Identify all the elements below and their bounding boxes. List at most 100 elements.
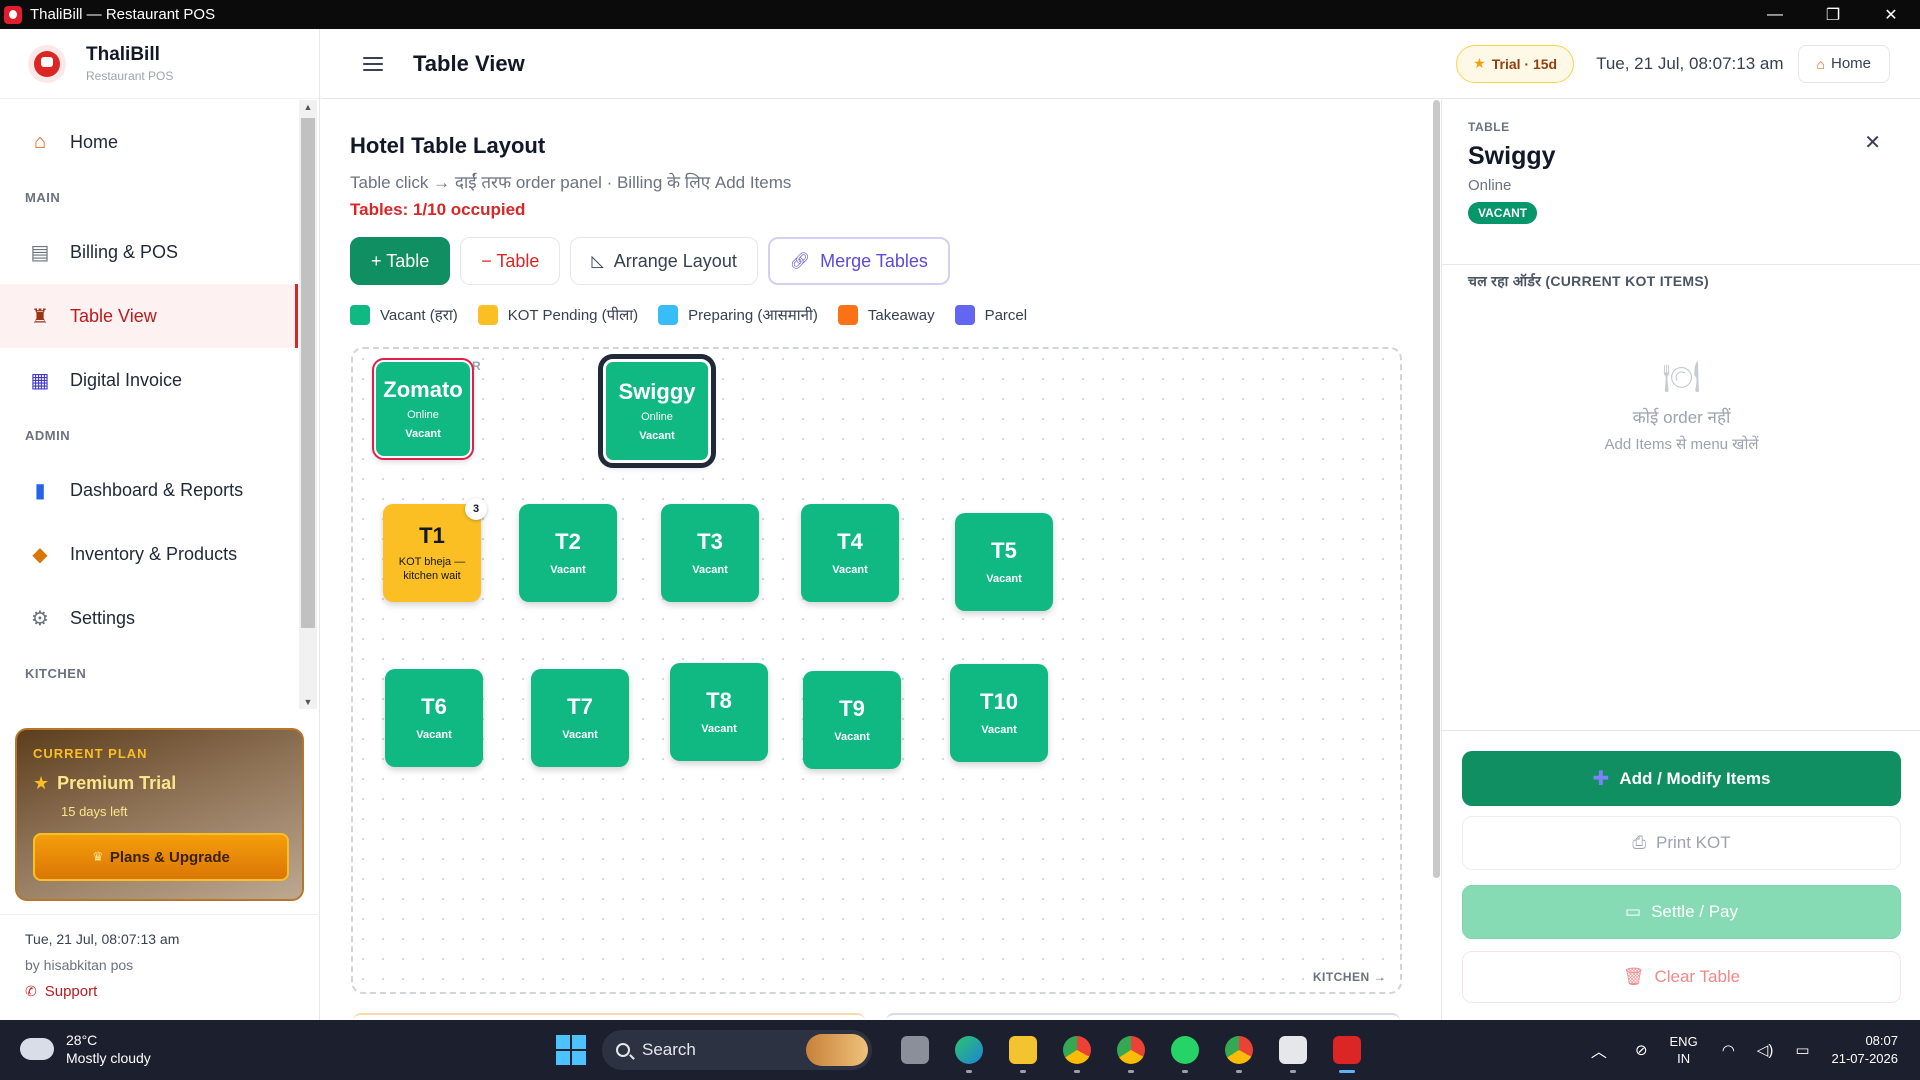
location-off-icon[interactable]: ⊘ xyxy=(1635,1041,1648,1059)
print-kot-button[interactable]: ⎙ Print KOT xyxy=(1462,816,1901,870)
layout-actions: + Table − Table ◺ Arrange Layout 🔗︎ Merg… xyxy=(350,237,950,285)
trial-badge[interactable]: ★ Trial · 15d xyxy=(1456,44,1575,83)
panel-label: TABLE xyxy=(1468,120,1510,134)
sidebar-scrollbar[interactable]: ▲ ▼ xyxy=(299,100,317,709)
table-t8[interactable]: T8 Vacant xyxy=(670,663,768,761)
table-swiggy[interactable]: Swiggy Online Vacant xyxy=(603,359,711,463)
legend-kot-pending: KOT Pending (पीला) xyxy=(477,305,638,325)
table-t4[interactable]: T4 Vacant xyxy=(801,504,899,602)
merge-tables-button[interactable]: 🔗︎ Merge Tables xyxy=(767,237,950,285)
printer-icon: ⎙ xyxy=(1632,833,1646,852)
table-layout-main: Hotel Table Layout Table click → दाईं तर… xyxy=(321,100,1433,1020)
chrome-profile-2-icon[interactable] xyxy=(1219,1030,1259,1073)
sidebar-item-dashboard[interactable]: ▮ Dashboard & Reports xyxy=(0,458,298,522)
table-name: T5 xyxy=(991,538,1017,563)
clock-time: 08:07 xyxy=(1865,1033,1898,1048)
sidebar-scroll-thumb[interactable] xyxy=(301,118,315,628)
table-status: Vacant xyxy=(639,430,675,442)
sidebar-item-table-view[interactable]: ♜ Table View xyxy=(0,284,298,348)
system-clock[interactable]: 08:07 21-07-2026 xyxy=(1832,1032,1899,1068)
plans-upgrade-label: Plans & Upgrade xyxy=(109,848,230,866)
table-t3[interactable]: T3 Vacant xyxy=(661,504,759,602)
scroll-up-icon[interactable]: ▲ xyxy=(303,102,313,112)
windows-start-icon[interactable] xyxy=(556,1035,586,1065)
app-box-icon[interactable] xyxy=(1273,1030,1313,1073)
table-t9[interactable]: T9 Vacant xyxy=(803,671,901,769)
calculator-icon: ▦ xyxy=(30,369,50,392)
table-name: T10 xyxy=(980,689,1018,714)
sidebar-item-home[interactable]: ⌂ Home xyxy=(0,110,298,174)
page-title: Table View xyxy=(413,50,525,76)
arrange-layout-button[interactable]: ◺ Arrange Layout xyxy=(570,237,758,285)
minimize-button[interactable]: — xyxy=(1746,0,1804,29)
taskbar-apps xyxy=(888,1030,1374,1073)
language-indicator[interactable]: ENG IN xyxy=(1670,1033,1698,1067)
settle-pay-button[interactable]: ▭ Settle / Pay xyxy=(1462,885,1901,939)
legend-takeaway: Takeaway xyxy=(837,305,935,325)
app-logo-icon xyxy=(4,5,22,24)
maximize-button[interactable]: ❐ xyxy=(1804,0,1862,29)
file-explorer-icon[interactable] xyxy=(1003,1030,1043,1073)
legend-swatch xyxy=(350,305,370,325)
sidebar-item-label: Billing & POS xyxy=(70,241,179,262)
table-name: T1 xyxy=(419,523,445,548)
layout-title: Hotel Table Layout xyxy=(350,133,546,158)
sidebar-item-label: Table View xyxy=(70,305,157,326)
legend-label: Vacant (हरा) xyxy=(380,307,458,324)
merge-tables-label: Merge Tables xyxy=(820,250,928,271)
sidebar-section-admin: ADMIN xyxy=(25,427,71,443)
empty-order-title: कोई order नहीं xyxy=(1632,408,1731,427)
table-t6[interactable]: T6 Vacant xyxy=(385,669,483,767)
language-code: ENG xyxy=(1669,1034,1698,1049)
clear-table-button[interactable]: 🗑︎ Clear Table xyxy=(1462,951,1901,1003)
sidebar-item-label: Dashboard & Reports xyxy=(70,479,244,500)
table-t5[interactable]: T5 Vacant xyxy=(955,513,1053,611)
chevron-up-icon[interactable]: ︿ xyxy=(1591,1038,1607,1062)
plans-upgrade-button[interactable]: ♛ Plans & Upgrade xyxy=(33,833,289,881)
wifi-icon[interactable]: ◠ xyxy=(1722,1041,1735,1059)
scroll-down-icon[interactable]: ▼ xyxy=(303,697,313,707)
chrome-icon[interactable] xyxy=(1057,1030,1097,1073)
sidebar-item-inventory[interactable]: ◆ Inventory & Products xyxy=(0,522,298,586)
home-icon: ⌂ xyxy=(1816,55,1825,72)
close-icon[interactable]: ✕ xyxy=(1864,130,1881,155)
order-panel: TABLE Swiggy Online VACANT ✕ चल रहा ऑर्ड… xyxy=(1441,100,1920,1020)
volume-icon[interactable]: ◁) xyxy=(1757,1041,1774,1059)
floor-kitchen-label: KITCHEN → xyxy=(1312,970,1386,984)
chrome-profile-icon[interactable] xyxy=(1111,1030,1151,1073)
sidebar-item-digital-invoice[interactable]: ▦ Digital Invoice xyxy=(0,348,298,412)
menu-toggle-icon[interactable] xyxy=(363,56,383,71)
table-t10[interactable]: T10 Vacant xyxy=(950,664,1048,762)
thalibill-app-icon[interactable] xyxy=(1327,1030,1367,1073)
link-icon: 🔗︎ xyxy=(789,253,811,270)
taskbar-search[interactable]: Search xyxy=(602,1030,872,1070)
table-t2[interactable]: T2 Vacant xyxy=(519,504,617,602)
legend-vacant: Vacant (हरा) xyxy=(350,305,458,325)
support-link[interactable]: ✆ Support xyxy=(25,983,320,1000)
main-scrollbar[interactable] xyxy=(1433,100,1441,878)
legend-swatch xyxy=(954,305,975,325)
home-icon: ⌂ xyxy=(33,130,47,153)
region-code: IN xyxy=(1677,1051,1691,1066)
sidebar-item-label: Inventory & Products xyxy=(70,543,238,564)
sidebar-item-settings[interactable]: ⚙ Settings xyxy=(0,586,298,650)
table-name: T3 xyxy=(697,529,723,554)
brand-subtitle: Restaurant POS xyxy=(86,69,174,83)
table-zomato[interactable]: Zomato Online Vacant xyxy=(374,360,472,458)
add-table-button[interactable]: + Table xyxy=(350,237,451,285)
legend-swatch xyxy=(837,305,858,325)
weather-widget[interactable]: 28°C Mostly cloudy xyxy=(16,1032,151,1066)
whatsapp-icon[interactable] xyxy=(1165,1030,1205,1073)
main-scroll-thumb[interactable] xyxy=(1433,100,1440,878)
table-t1[interactable]: 3 T1 KOT bheja — kitchen wait xyxy=(383,498,487,602)
top-header: Table View ★ Trial · 15d Tue, 21 Jul, 08… xyxy=(321,29,1920,99)
home-button[interactable]: ⌂ Home xyxy=(1797,44,1890,83)
battery-icon[interactable]: ▭ xyxy=(1795,1041,1809,1059)
task-view-icon[interactable] xyxy=(895,1030,935,1070)
remove-table-button[interactable]: − Table xyxy=(460,237,561,285)
close-window-button[interactable]: ✕ xyxy=(1862,0,1920,29)
table-t7[interactable]: T7 Vacant xyxy=(531,669,629,767)
edge-browser-icon[interactable] xyxy=(949,1030,989,1073)
add-modify-items-button[interactable]: ✚ Add / Modify Items xyxy=(1462,751,1901,806)
sidebar-item-billing[interactable]: ▤ Billing & POS xyxy=(0,220,298,284)
